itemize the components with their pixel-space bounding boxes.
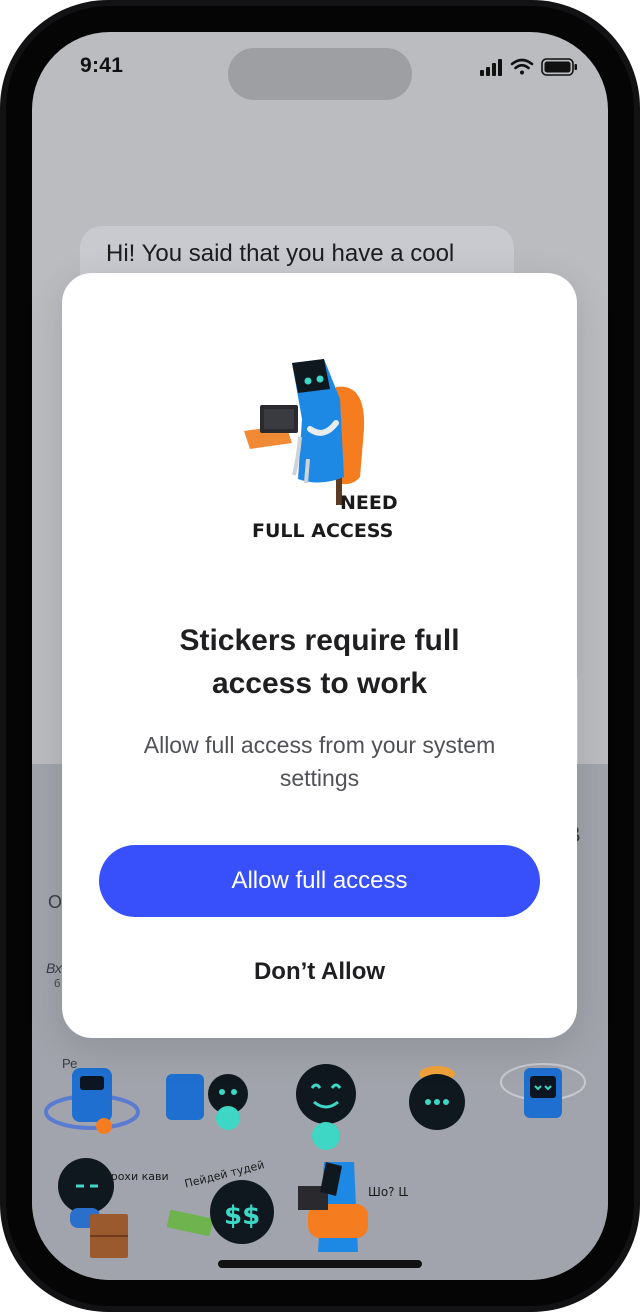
svg-text:$$: $$ bbox=[224, 1201, 260, 1231]
home-indicator bbox=[218, 1260, 422, 1268]
full-access-dialog: NEED FULL ACCESS Stickers require full a… bbox=[62, 273, 577, 1038]
sticker-coffee-text: Трохи кави? bbox=[103, 1170, 168, 1183]
status-time: 9:41 bbox=[80, 54, 124, 77]
sticker-robot-planet[interactable] bbox=[42, 1060, 142, 1150]
cellular-signal-icon bbox=[480, 59, 502, 76]
sticker-robot-happy[interactable] bbox=[284, 1064, 368, 1154]
sticker-what-text: Шо? Шо? bbox=[368, 1185, 408, 1199]
dialog-subtitle-line: settings bbox=[279, 765, 360, 791]
sticker-what-robot[interactable]: Шо? Шо? bbox=[288, 1156, 408, 1260]
dialog-title: Stickers require full access to work bbox=[62, 619, 577, 705]
sticker-robot-hearts[interactable] bbox=[498, 1062, 588, 1126]
sticker-robot-dots[interactable] bbox=[402, 1064, 472, 1154]
dont-allow-button[interactable]: Don’t Allow bbox=[219, 949, 420, 995]
sticker-caption-need: NEED bbox=[340, 492, 398, 514]
panel-label-fragment: O bbox=[48, 892, 63, 912]
sticker-coffee-robot[interactable]: Трохи кави? bbox=[48, 1152, 168, 1262]
allow-full-access-button[interactable]: Allow full access bbox=[99, 845, 540, 917]
dynamic-island bbox=[228, 48, 412, 100]
sticker-money-robot[interactable]: Пейдей тудей $$ bbox=[164, 1156, 292, 1256]
dialog-title-line: Stickers require full bbox=[179, 624, 460, 657]
dialog-title-line: access to work bbox=[211, 667, 428, 700]
wifi-icon bbox=[510, 58, 534, 75]
panel-label-fragment: б bbox=[54, 978, 61, 990]
status-icons bbox=[480, 58, 577, 76]
sticker-robot-pair[interactable] bbox=[152, 1066, 262, 1150]
sticker-caption-full-access: FULL ACCESS bbox=[252, 520, 393, 542]
dialog-subtitle: Allow full access from your system setti… bbox=[102, 729, 537, 795]
chat-message-text: Hi! You said that you have a cool bbox=[106, 240, 455, 267]
dialog-subtitle-line: Allow full access from your system bbox=[143, 732, 496, 758]
battery-icon bbox=[541, 58, 577, 76]
panel-label-fragment: Вх bbox=[46, 960, 62, 976]
need-full-access-sticker: NEED FULL ACCESS bbox=[244, 359, 398, 542]
